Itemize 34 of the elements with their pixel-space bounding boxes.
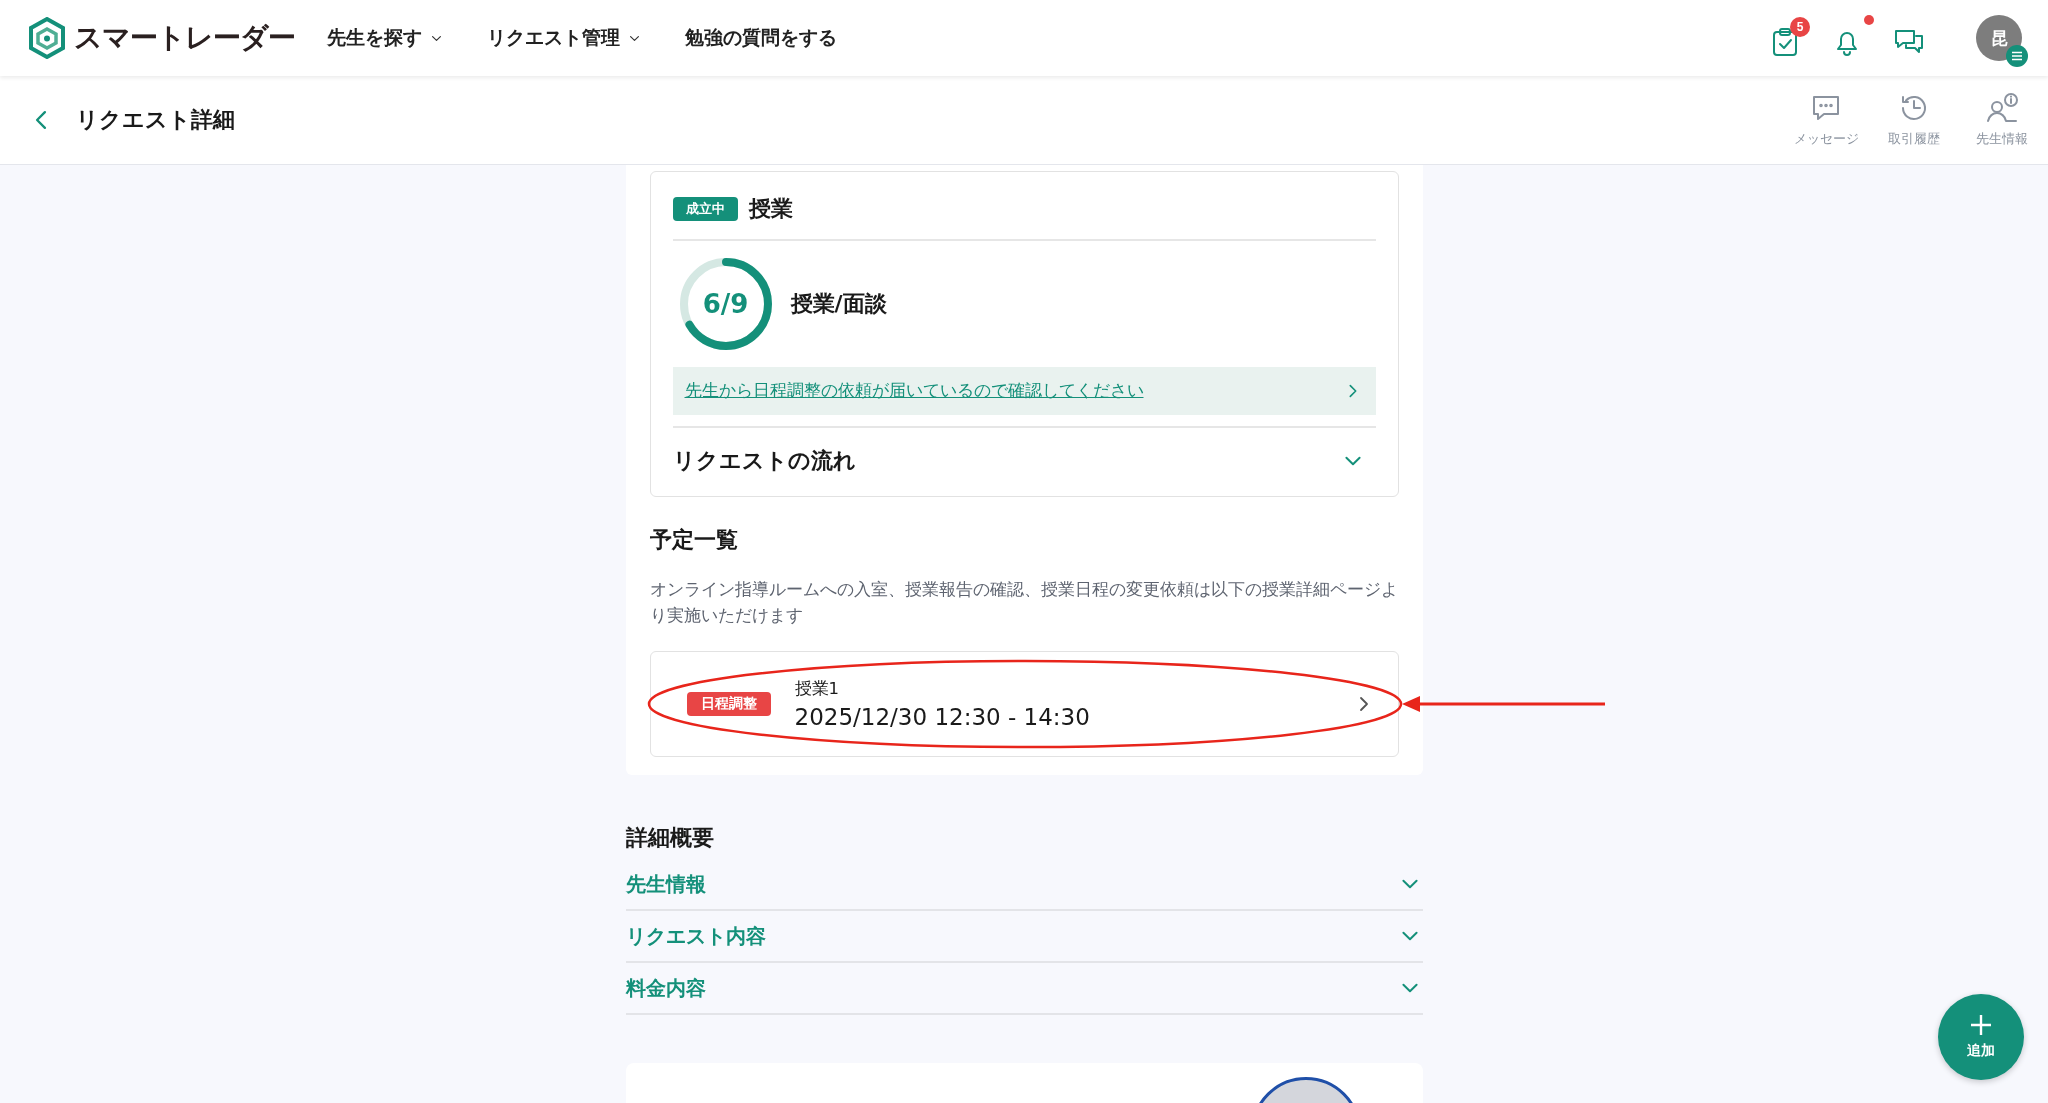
card-title: 授業 — [748, 195, 793, 223]
page-title: リクエスト詳細 — [76, 106, 236, 134]
nav-link[interactable]: リクエスト管理 — [487, 25, 641, 51]
toolbar-action[interactable]: メッセージ — [1784, 92, 1868, 148]
brand-name: スマートレーダー — [74, 20, 295, 56]
toolbar-action[interactable]: 先生情報 — [1960, 92, 2044, 148]
status-tag: 成立中 — [672, 197, 738, 221]
schedule-item[interactable]: 日程調整 授業1 2025/12/30 12:30 - 14:30 — [649, 651, 1399, 757]
count-badge: 5 — [1790, 17, 1810, 37]
menu-icon — [2006, 45, 2028, 67]
accordion-row[interactable]: 先生情報 — [625, 859, 1423, 911]
tasks-button[interactable]: 5 — [1768, 17, 1810, 59]
accordion-row[interactable]: 料金内容 — [625, 963, 1423, 1015]
progress-count: 6/9 — [702, 289, 749, 319]
accordion-row[interactable]: リクエスト内容 — [625, 911, 1423, 963]
logo-icon — [28, 17, 66, 59]
clipboard-check-icon — [1771, 27, 1799, 57]
progress-label: 授業/面談 — [790, 290, 887, 318]
flow-toggle[interactable]: リクエストの流れ — [672, 426, 1376, 496]
nav-link[interactable]: 先生を探す — [327, 25, 443, 51]
lesson-name: 授業1 — [794, 678, 840, 700]
plus-icon — [1970, 1014, 1992, 1036]
section-description: オンライン指導ルームへの入室、授業報告の確認、授業日程の変更依頼は以下の授業詳細ページより実施いただけます — [649, 579, 1399, 627]
add-button[interactable]: 追加 — [1938, 994, 2024, 1080]
nav-link[interactable]: 勉強の質問をする — [685, 25, 837, 51]
status-tag: 日程調整 — [686, 692, 771, 716]
lesson-datetime: 2025/12/30 12:30 - 14:30 — [794, 704, 1091, 730]
chat-bubbles-icon — [1894, 28, 1924, 56]
notice-link[interactable]: 先生から日程調整の依頼が届いているので確認してください — [672, 367, 1376, 415]
user-avatar[interactable]: 昆 — [1976, 15, 2022, 61]
toolbar-action[interactable]: 取引履歴 — [1872, 92, 1956, 148]
section-title: 予定一覧 — [649, 526, 739, 554]
person-info-icon — [1985, 92, 2019, 124]
section-title: 詳細概要 — [625, 824, 715, 852]
